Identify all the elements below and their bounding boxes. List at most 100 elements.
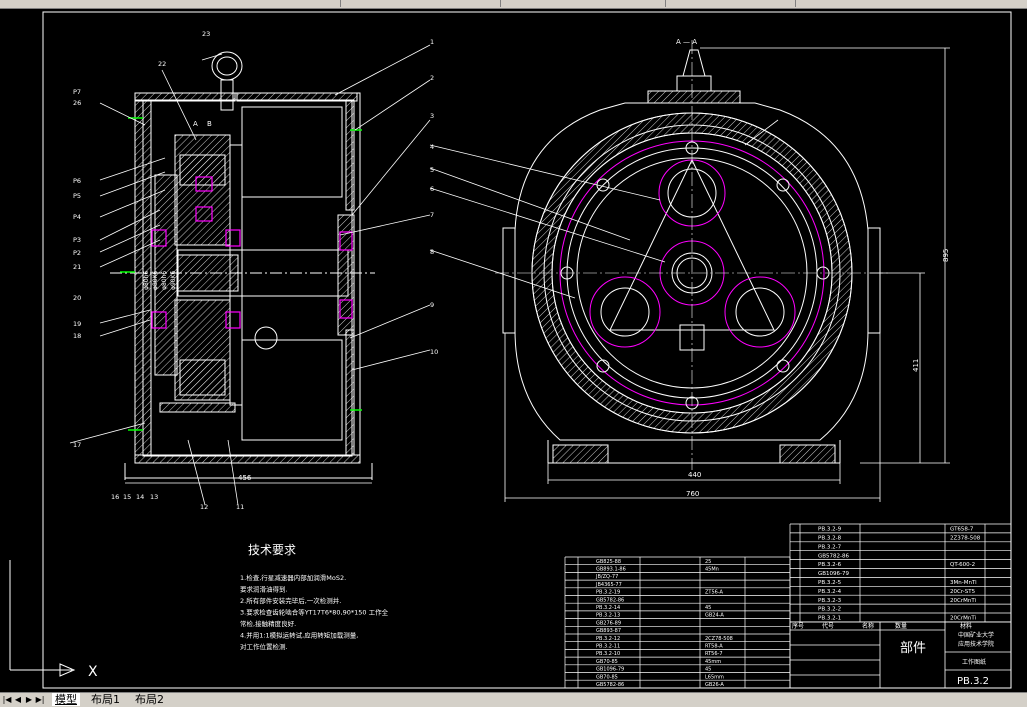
toolbar-segment[interactable] (795, 0, 1027, 7)
bom-upper-std: 2Z378-508 (950, 536, 981, 542)
bom-upper-code: PB.3.2-9 (818, 527, 842, 533)
part-label-right: 10 (430, 348, 438, 356)
tab-next-icon[interactable]: ▶ (24, 694, 34, 705)
shaft-dim-label: φ80h6 (161, 271, 168, 290)
bom-lower-code: GB276-89 (596, 620, 621, 626)
toolbar-segment[interactable] (0, 0, 341, 7)
bom-lower-table: GB825-88 25 GB893.1-86 45Mn JB/ZQ-77 JB4365-7… (564, 556, 791, 689)
tab-model[interactable]: 模型 (52, 693, 80, 706)
ucs-x-label: X (88, 664, 98, 680)
section-mark-b: B (207, 120, 212, 128)
part-label-left: P7 (73, 88, 81, 96)
bom-lower-code: GB70-85 (596, 659, 618, 665)
part-label-right: 8 (430, 248, 434, 256)
bom-lower-mid: 45mm (705, 659, 721, 665)
bom-lower-code: JB4365-77 (595, 582, 622, 588)
shaft-dim-label: φ90K6 (170, 270, 177, 290)
title-university: 中国矿业大学 (958, 631, 994, 639)
tab-layout2[interactable]: 布局2 (132, 693, 167, 706)
tech-req-heading: 技术要求 (248, 543, 296, 557)
toolbar-segment[interactable] (340, 0, 501, 7)
part-label-left: 19 (73, 320, 81, 328)
bom-lower-code: GB5782-86 (596, 682, 624, 688)
title-header-name: 名称 (862, 622, 874, 630)
part-label-right: 7 (430, 211, 434, 219)
right-label-group: 12345678910 (430, 38, 438, 356)
bom-upper-std: 20Cr-ST5 (950, 589, 976, 595)
bom-upper-std: 3Mn-MnTi (950, 580, 977, 586)
part-label-left: 16 (111, 493, 119, 501)
tab-prev-icon[interactable]: ◀ (13, 694, 23, 705)
part-label-left: 11 (236, 503, 244, 511)
part-label-left: 15 (123, 493, 131, 501)
title-header-code: 代号 (822, 622, 834, 630)
dim-440-label: 440 (688, 471, 701, 479)
title-drawing-no: PB.3.2 (957, 676, 989, 687)
part-label-right: 9 (430, 301, 434, 309)
drawing-canvas[interactable]: 456 P726P6P5P4P3P2212019181716 15 14 1312 11… (0, 8, 1027, 692)
bom-lower-mid: ZT56-A (705, 590, 724, 596)
part-label-left: 21 (73, 263, 81, 271)
part-label-left: 12 (200, 503, 208, 511)
title-header-xu: 序号 (792, 622, 804, 630)
part-label-left: 18 (73, 332, 81, 340)
tech-req-line: 常检,接触精度良好. (240, 619, 296, 628)
toolbar-segment[interactable] (500, 0, 666, 7)
title-dept: 应用技术学院 (958, 640, 994, 648)
bom-upper-code: PB.3.2-6 (818, 562, 842, 568)
bom-lower-mid: 2CZ78-508 (705, 636, 733, 642)
layout-tabs: |◀ ◀ ▶ ▶| 模型 布局1 布局2 (0, 692, 1027, 707)
title-sub: 工作图纸 (962, 658, 986, 666)
bom-upper-std: QT-600-2 (950, 562, 975, 568)
bom-upper-code: PB.3.2-8 (818, 536, 842, 542)
toolbar-segment[interactable] (665, 0, 796, 7)
section-label: A — A (676, 38, 697, 46)
dim-456-label: 456 (238, 474, 252, 482)
tech-req-line: 3.要求检查齿轮啮合等YT17T6*80,90*150 工作全 (240, 608, 389, 617)
bom-lower-code: GB70-85 (596, 674, 618, 680)
dim-411-label: 411 (912, 359, 920, 372)
bom-lower-code: GB5782-86 (596, 597, 624, 603)
bom-lower-code: PB.3.2-11 (596, 644, 620, 650)
tech-req-line: 要求润滑油得到. (240, 585, 288, 594)
front-dims (504, 47, 950, 502)
bom-lower-code: GB893-87 (596, 628, 621, 634)
bom-lower-code: PB.3.2-14 (596, 605, 620, 611)
tab-first-icon[interactable]: |◀ (2, 694, 12, 705)
title-header-qty: 数量 (895, 622, 907, 630)
bom-upper-std: 20CrMnTi (950, 598, 977, 604)
tech-req-line: 2.所有部件安装完毕后,一次检测并. (240, 596, 341, 605)
shaft-dim-label: φ80h6 (143, 271, 150, 290)
part-label-left: 20 (73, 294, 81, 302)
section-view (110, 51, 375, 480)
part-label-left: P6 (73, 177, 81, 185)
leader-lines (69, 44, 431, 506)
section-mark-a: A (193, 120, 198, 128)
bom-upper-code: PB.3.2-3 (818, 598, 842, 604)
dim-895-label: 895 (942, 249, 950, 262)
tab-layout1[interactable]: 布局1 (88, 693, 123, 706)
bom-lower-mid: GB26-A (705, 682, 724, 688)
part-label-right: 5 (430, 166, 434, 174)
bom-lower-code: PB.3.2-12 (596, 636, 620, 642)
part-label-left: 26 (73, 99, 81, 107)
bom-lower-code: GB893.1-86 (596, 567, 626, 573)
bom-upper-code: GB5782-86 (818, 553, 850, 559)
part-label-left: P3 (73, 236, 81, 244)
tech-req-line: 1.检查,行星减速器内部加润滑MoS2. (240, 573, 346, 582)
bom-lower-mid: 25 (705, 559, 711, 565)
part-label-left: 14 (136, 493, 144, 501)
title-header-mat: 材料 (960, 622, 972, 630)
tab-last-icon[interactable]: ▶| (35, 694, 45, 705)
bom-lower-mid: RT58-A (705, 644, 723, 650)
bom-upper-code: PB.3.2-7 (818, 544, 842, 550)
bom-lower-code: GB825-88 (596, 559, 621, 565)
bom-lower-code: PB.3.2-13 (596, 613, 620, 619)
tech-req-lines: 1.检查,行星减速器内部加润滑MoS2. 要求润滑油得到. 2.所有部件安装完毕后… (240, 573, 389, 651)
bom-lower-code: GB1096-79 (596, 667, 624, 673)
bom-lower-mid: RT56-7 (705, 651, 723, 657)
bom-lower-code: JB/ZQ-77 (595, 574, 618, 580)
part-label-left: 17 (73, 441, 81, 449)
part-label-left: 23 (202, 30, 210, 38)
bom-lower-code: PB.3.2-19 (596, 590, 620, 596)
